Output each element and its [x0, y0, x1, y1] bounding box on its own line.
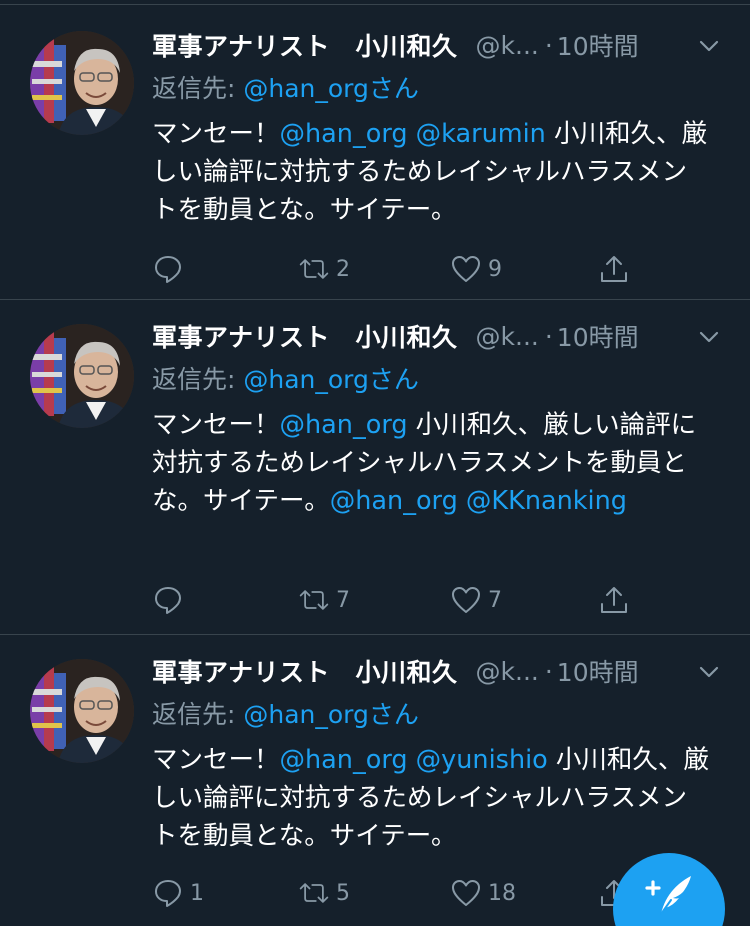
reply-icon [155, 880, 181, 907]
reply-prefix: 返信先: [152, 700, 244, 729]
handle[interactable]: @k... [476, 657, 539, 686]
display-name[interactable]: 軍事アナリスト 小川和久 [152, 27, 458, 63]
profile-photo-icon [30, 659, 134, 763]
chevron-down-icon[interactable] [698, 35, 720, 57]
text-segment: マンセー！ [152, 119, 280, 149]
retweet-count: 7 [336, 587, 350, 613]
text-segment: マンセー！ [152, 410, 280, 440]
reply-button[interactable]: 1 [152, 873, 204, 913]
tweet-header: 軍事アナリスト 小川和久 @k... · 10時間 [152, 314, 730, 358]
separator: · [544, 321, 553, 351]
compose-tweet-icon [645, 876, 691, 915]
heart-icon [452, 880, 480, 906]
tweet[interactable]: 軍事アナリスト 小川和久 @k... · 10時間 返信先: @han_orgさ… [0, 300, 750, 635]
handle[interactable]: @k... [476, 322, 539, 351]
mention-link[interactable]: @han_org [280, 745, 408, 775]
reply-prefix: 返信先: [152, 365, 244, 394]
separator: · [544, 656, 553, 686]
like-count: 18 [488, 880, 516, 906]
profile-photo-icon [30, 31, 134, 135]
chevron-down-icon[interactable] [698, 326, 720, 348]
reply-button[interactable] [152, 249, 190, 289]
text-segment: マンセー！ [152, 745, 280, 775]
mention-link[interactable]: @han_org [280, 119, 408, 149]
timestamp[interactable]: 10時間 [557, 653, 639, 689]
avatar[interactable] [30, 31, 134, 135]
share-icon [601, 587, 627, 613]
like-button[interactable]: 9 [450, 249, 502, 289]
retweet-count: 2 [336, 256, 350, 282]
reply-icon [155, 256, 181, 283]
retweet-icon [299, 259, 329, 279]
timestamp[interactable]: 10時間 [557, 318, 639, 354]
reply-handle-link[interactable]: @han_orgさん [243, 700, 419, 729]
tweet-text: マンセー！@han_org 小川和久、厳しい論評に対抗するためレイシャルハラスメ… [152, 406, 712, 520]
tweet-content: 軍事アナリスト 小川和久 @k... · 10時間 返信先: @han_orgさ… [152, 649, 730, 855]
timeline: 軍事アナリスト 小川和久 @k... · 10時間 返信先: @han_orgさ… [0, 0, 750, 926]
reply-prefix: 返信先: [152, 74, 244, 103]
tweet-actions: 7 7 [152, 580, 652, 620]
profile-photo-icon [30, 324, 134, 428]
display-name[interactable]: 軍事アナリスト 小川和久 [152, 653, 458, 689]
like-count: 7 [488, 587, 502, 613]
reply-to: 返信先: @han_orgさん [152, 69, 730, 109]
share-button[interactable] [598, 249, 630, 289]
heart-icon [452, 587, 480, 613]
mention-link[interactable]: @karumin [416, 119, 546, 149]
share-icon [601, 256, 627, 282]
heart-icon [452, 256, 480, 282]
tweet-text: マンセー！@han_org @yunishio 小川和久、厳しい論評に対抗するた… [152, 741, 712, 855]
mention-link[interactable]: @yunishio [416, 745, 548, 775]
retweet-button[interactable]: 2 [298, 249, 350, 289]
reply-count: 1 [190, 880, 204, 906]
mention-link[interactable]: @han_org [330, 486, 458, 516]
timestamp[interactable]: 10時間 [557, 27, 639, 63]
text-segment [408, 119, 416, 149]
retweet-count: 5 [336, 880, 350, 906]
like-button[interactable]: 7 [450, 580, 502, 620]
tweet-header: 軍事アナリスト 小川和久 @k... · 10時間 [152, 23, 730, 67]
reply-handle-link[interactable]: @han_orgさん [243, 74, 419, 103]
like-count: 9 [488, 256, 502, 282]
text-segment [458, 486, 466, 516]
reply-handle-link[interactable]: @han_orgさん [243, 365, 419, 394]
handle[interactable]: @k... [476, 31, 539, 60]
tweet-content: 軍事アナリスト 小川和久 @k... · 10時間 返信先: @han_orgさ… [152, 314, 730, 520]
separator: · [544, 30, 553, 60]
reply-icon [155, 587, 181, 614]
avatar[interactable] [30, 324, 134, 428]
tweet[interactable]: 軍事アナリスト 小川和久 @k... · 10時間 返信先: @han_orgさ… [0, 4, 750, 300]
display-name[interactable]: 軍事アナリスト 小川和久 [152, 318, 458, 354]
like-button[interactable]: 18 [450, 873, 516, 913]
chevron-down-icon[interactable] [698, 661, 720, 683]
tweet-actions: 2 9 [152, 249, 652, 289]
reply-button[interactable] [152, 580, 190, 620]
tweet-actions: 1 5 18 [152, 873, 652, 913]
share-button[interactable] [598, 580, 630, 620]
reply-to: 返信先: @han_orgさん [152, 360, 730, 400]
tweet-text: マンセー！@han_org @karumin 小川和久、厳しい論評に対抗するため… [152, 115, 712, 229]
retweet-button[interactable]: 7 [298, 580, 350, 620]
retweet-icon [299, 590, 329, 610]
tweet-header: 軍事アナリスト 小川和久 @k... · 10時間 [152, 649, 730, 693]
retweet-button[interactable]: 5 [298, 873, 350, 913]
text-segment [408, 745, 416, 775]
avatar[interactable] [30, 659, 134, 763]
retweet-icon [299, 883, 329, 903]
tweet-content: 軍事アナリスト 小川和久 @k... · 10時間 返信先: @han_orgさ… [152, 23, 730, 229]
mention-link[interactable]: @han_org [280, 410, 408, 440]
reply-to: 返信先: @han_orgさん [152, 695, 730, 735]
mention-link[interactable]: @KKnanking [466, 486, 627, 516]
